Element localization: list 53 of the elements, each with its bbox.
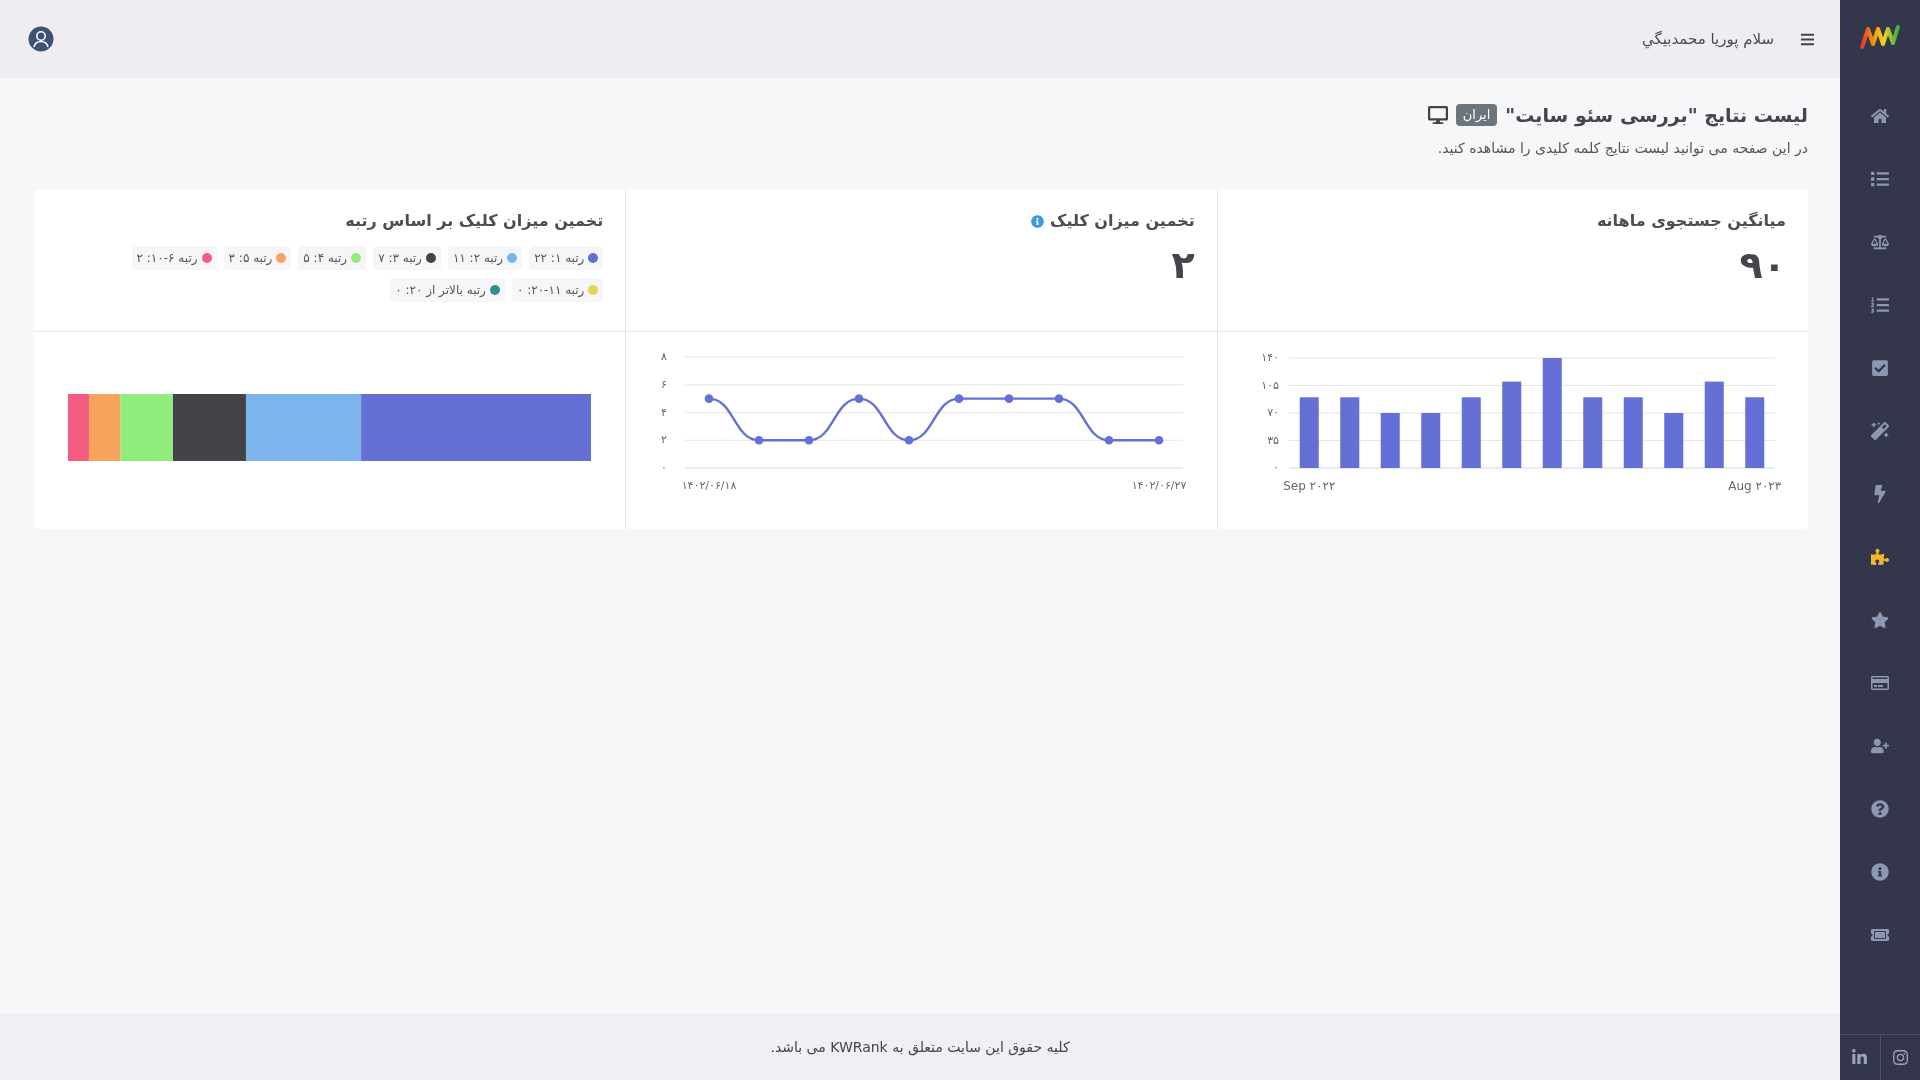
axis-label: ۴ [660,405,667,419]
legend-label: رتبه ۲: ۱۱ [452,250,504,267]
legend-item[interactable]: رتبه ۲: ۱۱ [447,246,523,270]
axis-label: ۰ [660,461,667,474]
legend-item[interactable]: رتبه ۱: ۲۲ [529,246,604,270]
legend-label: رتبه بالاتر از ۲۰: ۰ [395,282,486,299]
legend-label: رتبه ۵: ۳ [228,250,273,267]
page-title: لیست نتایج "بررسی سئو سایت" [1505,103,1808,129]
legend-label: رتبه ۱: ۲۲ [534,250,585,267]
country-badge: ایران [1455,104,1498,126]
axis-label: ۱۴۰۲/۰۶/۲۷ [1131,479,1186,492]
menu-icon[interactable] [1800,31,1815,47]
legend-item[interactable]: رتبه ۱۱-۲۰: ۰ [511,278,604,302]
axis-label: ۶ [660,377,667,391]
help-icon[interactable] [1871,799,1889,818]
info-icon[interactable] [1031,214,1045,228]
info-icon[interactable] [1871,862,1889,881]
credit-card-icon[interactable] [1871,673,1889,692]
add-user-icon[interactable] [1871,736,1889,755]
axis-label: ۲ [660,433,667,447]
home-icon[interactable] [1871,106,1889,125]
legend-label: رتبه ۴: ۵ [303,250,348,267]
copyright-text: کلیه حقوق این سایت متعلق به KWRank می باشد. [770,1038,1070,1055]
card-title: میانگین جستجوی ماهانه [1596,210,1786,232]
legend-item[interactable]: رتبه بالاتر از ۲۰: ۰ [390,278,505,302]
metric-value: ۹۰ [1738,242,1786,288]
legend-item[interactable]: رتبه ۳: ۷ [373,246,441,270]
numbered-list-icon[interactable] [1871,295,1889,314]
legend-label: رتبه ۶-۱۰: ۲ [136,250,198,267]
lightning-icon[interactable] [1871,484,1889,503]
magic-wand-icon[interactable] [1871,421,1889,440]
linkedin-icon[interactable] [1851,1049,1869,1066]
legend-label: رتبه ۳: ۷ [378,250,422,267]
greeting-text: سلام پوريا محمدبيگي [1642,30,1774,48]
legend-item[interactable]: رتبه ۴: ۵ [298,246,367,270]
checkbox-icon[interactable] [1871,358,1889,377]
card-title: تخمین میزان کلیک بر اساس رتبه [345,210,604,232]
desktop-icon [1427,105,1448,125]
star-icon[interactable] [1871,610,1889,629]
page-subtitle: در این صفحه می توانید لیست نتایج کلمه کلیدی را مشاهده کنید. [1436,139,1808,158]
axis-label: ۱۴۰۲/۰۶/۱۸ [681,479,736,492]
user-avatar-icon[interactable] [28,26,54,52]
metric-value: ۲ [1170,242,1195,288]
legend-item[interactable]: رتبه ۵: ۳ [223,246,292,270]
legend-label: رتبه ۱۱-۲۰: ۰ [516,282,585,299]
puzzle-icon[interactable] [1871,547,1889,566]
list-icon[interactable] [1871,169,1889,188]
scale-icon[interactable] [1871,232,1889,251]
card-title: تخمین میزان کلیک [1050,210,1195,232]
legend-item[interactable]: رتبه ۶-۱۰: ۲ [131,246,217,270]
instagram-icon[interactable] [1891,1049,1909,1066]
axis-label: ۸ [660,350,667,363]
logo[interactable] [1859,24,1901,50]
